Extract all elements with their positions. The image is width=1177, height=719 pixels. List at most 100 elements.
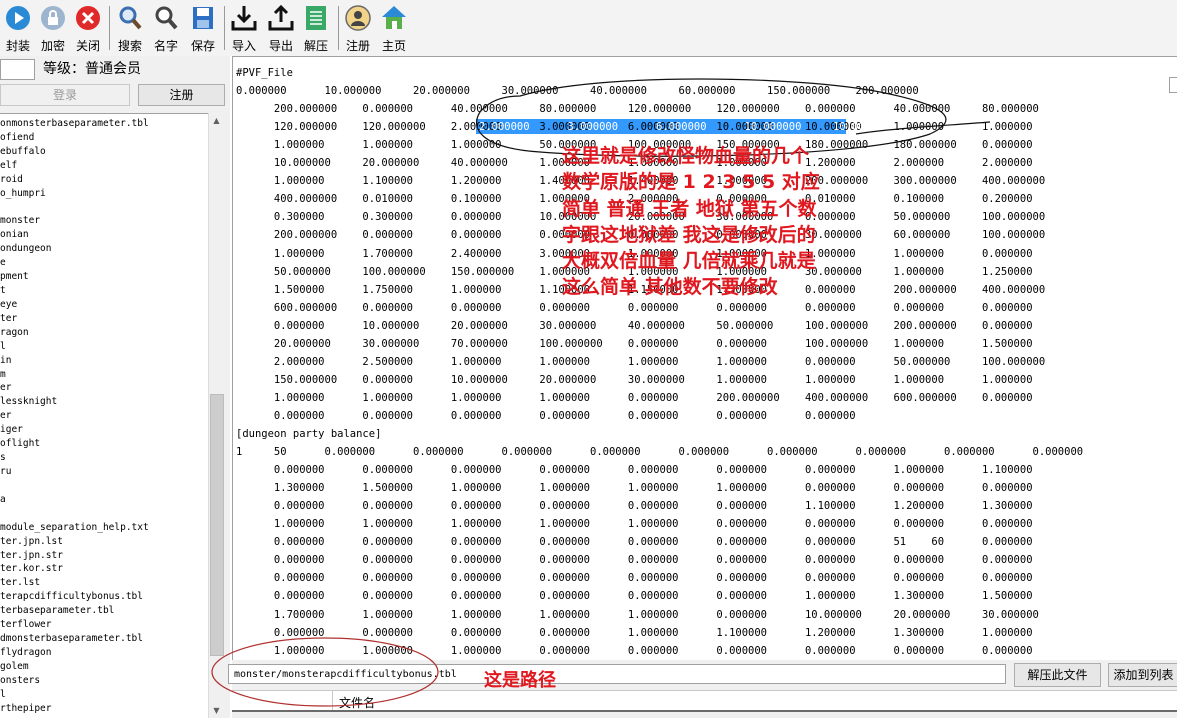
file-list-item[interactable]: elf: [0, 160, 17, 171]
scroll-up-arrow-icon[interactable]: ▲: [209, 113, 224, 128]
login-button[interactable]: 登录: [0, 84, 130, 106]
path-input[interactable]: monster/monsterapcdifficultybonus.tbl: [228, 664, 1006, 684]
annotation-note-line: 这里就是修改怪物血量的几个: [562, 145, 810, 167]
file-list-item[interactable]: rthepiper: [0, 703, 51, 714]
file-list-item[interactable]: terflower: [0, 619, 51, 630]
text-line: 0.000000 0.000000 0.000000 0.000000 0.00…: [236, 572, 1033, 585]
import-icon: [231, 6, 257, 31]
file-list-item[interactable]: terapcdifficultybonus.tbl: [0, 591, 143, 602]
file-list-item[interactable]: ebuffalo: [0, 146, 46, 157]
register-toolbar-button[interactable]: 注册: [341, 2, 375, 54]
annotation-note-line: 数学原版的是 1 2 3 5 5 对应: [562, 171, 820, 194]
text-line: 0.000000 0.000000 0.000000 0.000000 0.00…: [236, 554, 1033, 567]
file-list-item[interactable]: onsters: [0, 675, 40, 686]
file-list-item[interactable]: terbaseparameter.tbl: [0, 605, 114, 616]
member-select[interactable]: [0, 59, 35, 80]
annotation-note-line: 大概双倍血量 几倍就乘几就是: [562, 250, 816, 273]
file-list-item[interactable]: oflight: [0, 438, 40, 449]
filename-column-header[interactable]: 文件名: [339, 694, 375, 711]
file-list-item[interactable]: ter: [0, 313, 17, 324]
text-line: 20.000000 30.000000 70.000000 100.000000…: [236, 337, 1033, 350]
text-line: 0.000000 0.000000 0.000000 0.000000 0.00…: [236, 590, 1033, 603]
annotation-note: 这里就是修改怪物血量的几个 数学原版的是 1 2 3 5 5 对应 简单 普通 王者…: [562, 143, 820, 301]
file-list-item[interactable]: ofiend: [0, 132, 34, 143]
save-button[interactable]: 保存: [186, 2, 220, 54]
text-line: 0.000000 10.000000 20.000000 30.000000 4…: [236, 319, 1033, 332]
file-list-item[interactable]: a: [0, 494, 6, 505]
file-list-item[interactable]: ter.lst: [0, 577, 40, 588]
text-line: 0.000000 0.000000 0.000000 0.000000 0.00…: [236, 500, 1033, 513]
file-list-item[interactable]: monster: [0, 215, 40, 226]
text-line: 0.000000 0.000000 0.000000 0.000000 0.00…: [236, 409, 856, 422]
scroll-thumb[interactable]: [210, 394, 224, 656]
text-line: 0.000000 10.000000 20.000000 30.000000 4…: [236, 85, 919, 98]
file-list-item[interactable]: ragon: [0, 327, 29, 338]
search-button[interactable]: 搜索: [113, 2, 147, 54]
add-to-list-button[interactable]: 添加到列表: [1108, 663, 1177, 687]
bottom-border: [232, 710, 1177, 712]
file-list-item[interactable]: dmonsterbaseparameter.tbl: [0, 633, 143, 644]
home-icon: [382, 6, 406, 29]
file-list-item[interactable]: flydragon: [0, 647, 51, 658]
file-list-item[interactable]: l: [0, 341, 6, 352]
play-circle-icon: [6, 6, 30, 30]
file-list-item[interactable]: o_humpri: [0, 188, 46, 199]
close-label: 关闭: [75, 39, 100, 53]
file-list: onmonsterbaseparameter.tbl ofiend ebuffalo…: [0, 113, 208, 719]
selected-text: 2.000000 3.000000 6.000000 10.000000 10.…: [479, 121, 890, 134]
text-line: 0.000000 0.000000 0.000000 0.000000 0.00…: [236, 464, 1033, 477]
file-list-item[interactable]: iger: [0, 424, 23, 435]
extract-file-button[interactable]: 解压此文件: [1014, 663, 1101, 687]
file-list-item[interactable]: golem: [0, 661, 29, 672]
lock-icon: [41, 6, 65, 30]
name-search-button[interactable]: 名字: [149, 2, 183, 54]
export-icon: [268, 4, 294, 31]
column-divider: [332, 690, 333, 710]
annotation-note-line: 简单 普通 王者 地狱 第五个数: [562, 197, 817, 220]
text-line: [dungeon party balance]: [236, 428, 382, 440]
text-line: 1.700000 1.000000 1.000000 1.000000 1.00…: [236, 608, 1039, 621]
file-list-item[interactable]: pment: [0, 271, 29, 282]
text-line: 1.000000 1.000000 1.000000 1.000000 1.00…: [236, 518, 1033, 531]
extract-button[interactable]: 解压: [299, 2, 333, 54]
search-icon: [119, 6, 142, 30]
file-list-item[interactable]: ondungeon: [0, 243, 51, 254]
file-list-item[interactable]: er: [0, 410, 11, 421]
file-list-item[interactable]: roid: [0, 174, 23, 185]
name-search-icon: [155, 6, 178, 30]
file-list-item[interactable]: ter.kor.str: [0, 563, 63, 574]
editor-scrollbar[interactable]: [1169, 77, 1177, 93]
file-list-item[interactable]: in: [0, 355, 11, 366]
text-line: 0.000000 0.000000 0.000000 0.000000 1.00…: [236, 626, 1033, 639]
file-list-item[interactable]: ter.jpn.str: [0, 550, 63, 561]
file-list-item[interactable]: eye: [0, 299, 17, 310]
file-list-item[interactable]: ter.jpn.lst: [0, 536, 63, 547]
file-list-item[interactable]: lessknight: [0, 396, 57, 407]
text-line: 0.000000 0.000000 0.000000 0.000000 0.00…: [236, 536, 1033, 549]
file-list-item[interactable]: l: [0, 689, 6, 700]
file-list-item[interactable]: onian: [0, 229, 29, 240]
text-line: #PVF_File: [236, 67, 293, 79]
file-list-item[interactable]: ru: [0, 466, 11, 477]
close-button[interactable]: 关闭: [71, 2, 105, 54]
import-button[interactable]: 导入: [227, 2, 261, 54]
text-line: 1.000000 1.000000 1.000000 1.000000 0.00…: [236, 391, 1033, 404]
file-list-item[interactable]: e: [0, 257, 6, 268]
text-line: 1.000000 1.000000 1.000000 0.000000 0.00…: [236, 644, 1033, 657]
file-list-item[interactable]: t: [0, 285, 6, 296]
file-list-item[interactable]: m: [0, 369, 6, 380]
file-list-item[interactable]: er: [0, 382, 11, 393]
extract-icon: [306, 6, 326, 30]
text-line: 1 50 0.000000 0.000000 0.000000 0.000000…: [236, 446, 1084, 459]
register-button[interactable]: 注册: [138, 84, 225, 106]
scroll-down-arrow-icon[interactable]: ▼: [209, 703, 224, 718]
file-list-item[interactable]: s: [0, 452, 6, 463]
file-list-item[interactable]: module_separation_help.txt: [0, 522, 149, 533]
home-button[interactable]: 主页: [377, 2, 411, 54]
user-icon: [345, 5, 371, 31]
annotation-note-line: 字跟这地狱差 我这是修改后的: [562, 223, 816, 246]
file-list-scrollbar[interactable]: ▲ ▼: [208, 113, 224, 718]
extract-label: 解压: [303, 39, 328, 53]
close-icon: [76, 6, 100, 30]
file-list-item[interactable]: onmonsterbaseparameter.tbl: [0, 118, 149, 129]
